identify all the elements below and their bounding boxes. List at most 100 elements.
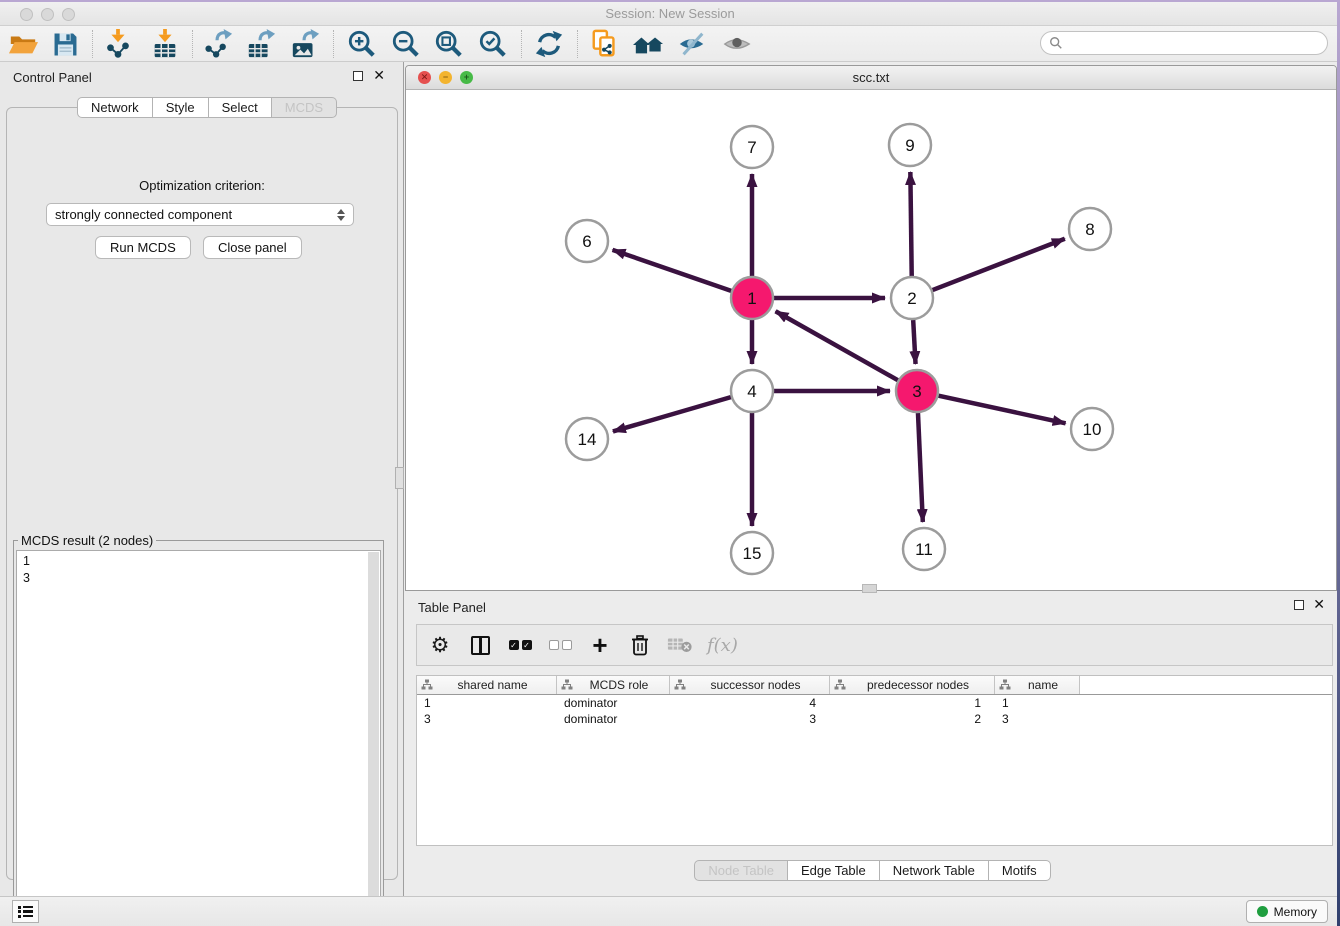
import-table-button[interactable]: [148, 28, 182, 60]
tab-edge-table[interactable]: Edge Table: [788, 860, 880, 881]
refresh-view-button[interactable]: [532, 28, 566, 60]
table-cell[interactable]: 4: [670, 695, 830, 711]
search-icon: [1049, 36, 1063, 50]
zoom-selected-icon: [478, 29, 508, 59]
edge-2-9[interactable]: [910, 172, 911, 276]
hierarchy-icon: [834, 679, 846, 691]
first-neighbors-button[interactable]: [631, 28, 665, 60]
add-column-button[interactable]: +: [587, 630, 613, 660]
svg-text:4: 4: [747, 382, 756, 401]
run-mcds-button[interactable]: Run MCDS: [95, 236, 191, 259]
edge-2-3[interactable]: [913, 320, 915, 364]
delete-table-button[interactable]: [667, 630, 693, 660]
memory-button[interactable]: Memory: [1246, 900, 1328, 923]
edge-4-14[interactable]: [613, 397, 731, 431]
table-close-panel-icon[interactable]: ✕: [1313, 597, 1325, 611]
column-header-shared-name[interactable]: shared name: [417, 676, 557, 694]
export-image-button[interactable]: [288, 28, 322, 60]
tab-network[interactable]: Network: [77, 97, 153, 118]
table-tabs: Node TableEdge TableNetwork TableMotifs: [405, 860, 1340, 881]
node-2[interactable]: 2: [891, 277, 933, 319]
unchecked-checkboxes-icon: [549, 640, 572, 650]
table-cell[interactable]: 1: [830, 695, 995, 711]
window-titlebar[interactable]: Session: New Session: [0, 0, 1340, 26]
show-all-button[interactable]: [720, 28, 754, 60]
table-cell[interactable]: dominator: [557, 695, 670, 711]
table-settings-button[interactable]: ⚙: [427, 630, 453, 660]
task-history-button[interactable]: [12, 900, 39, 923]
delete-column-button[interactable]: [627, 630, 653, 660]
hide-selected-button[interactable]: [675, 28, 709, 60]
search-input[interactable]: [1068, 35, 1319, 51]
search-box[interactable]: [1040, 31, 1328, 55]
node-3[interactable]: 3: [896, 370, 938, 412]
new-network-from-selection-button[interactable]: [588, 28, 622, 60]
tab-select[interactable]: Select: [209, 97, 272, 118]
network-canvas[interactable]: 7 9 6 8 1 2 4 3 14 10 15 11: [406, 90, 1336, 591]
column-header-predecessor-nodes[interactable]: predecessor nodes: [830, 676, 995, 694]
tab-mcds[interactable]: MCDS: [272, 97, 337, 118]
column-header-name[interactable]: name: [995, 676, 1080, 694]
column-header-successor-nodes[interactable]: successor nodes: [670, 676, 830, 694]
node-6[interactable]: 6: [566, 220, 608, 262]
hierarchy-icon: [674, 679, 686, 691]
trash-icon: [628, 633, 652, 657]
criterion-selected-value: strongly connected component: [55, 207, 337, 222]
table-cell[interactable]: 3: [670, 711, 830, 727]
network-window-titlebar[interactable]: ✕ − + scc.txt: [406, 66, 1336, 90]
export-table-button[interactable]: [244, 28, 278, 60]
export-network-button[interactable]: [201, 28, 235, 60]
float-panel-icon[interactable]: [353, 71, 363, 81]
criterion-select[interactable]: strongly connected component: [46, 203, 354, 226]
edge-3-10[interactable]: [938, 396, 1065, 424]
node-14[interactable]: 14: [566, 418, 608, 460]
vertical-splitter-handle[interactable]: [395, 467, 404, 489]
function-builder-button[interactable]: f(x): [707, 630, 738, 660]
node-11[interactable]: 11: [903, 528, 945, 570]
node-8[interactable]: 8: [1069, 208, 1111, 250]
column-header-label: shared name: [433, 678, 552, 692]
close-panel-icon[interactable]: ✕: [373, 68, 385, 82]
node-1[interactable]: 1: [731, 277, 773, 319]
zoom-in-button[interactable]: [345, 28, 379, 60]
column-header-label: successor nodes: [686, 678, 825, 692]
edge-1-6[interactable]: [613, 250, 732, 291]
table-row[interactable]: 3dominator323: [417, 711, 1332, 727]
node-7[interactable]: 7: [731, 126, 773, 168]
tab-node-table[interactable]: Node Table: [694, 860, 788, 881]
deselect-all-columns-button[interactable]: [547, 630, 573, 660]
tab-style[interactable]: Style: [153, 97, 209, 118]
table-row[interactable]: 1dominator411: [417, 695, 1332, 711]
mcds-result-list[interactable]: 13: [16, 550, 381, 908]
svg-text:3: 3: [912, 382, 921, 401]
column-header-MCDS-role[interactable]: MCDS role: [557, 676, 670, 694]
table-toolbar: ⚙ ✓✓ +: [416, 624, 1333, 666]
zoom-fit-button[interactable]: [432, 28, 466, 60]
result-scrollbar[interactable]: [368, 552, 379, 906]
import-network-button[interactable]: [101, 28, 135, 60]
table-cell[interactable]: 3: [417, 711, 557, 727]
edge-3-1[interactable]: [776, 311, 898, 380]
close-panel-button[interactable]: Close panel: [203, 236, 302, 259]
table-cell[interactable]: 1: [995, 695, 1080, 711]
zoom-out-button[interactable]: [389, 28, 423, 60]
node-9[interactable]: 9: [889, 124, 931, 166]
open-session-button[interactable]: [6, 28, 40, 60]
select-all-columns-button[interactable]: ✓✓: [507, 630, 533, 660]
edge-3-11[interactable]: [918, 413, 923, 522]
table-cell[interactable]: 1: [417, 695, 557, 711]
column-view-button[interactable]: [467, 630, 493, 660]
table-cell[interactable]: 3: [995, 711, 1080, 727]
horizontal-splitter-handle[interactable]: [862, 584, 877, 593]
table-cell[interactable]: 2: [830, 711, 995, 727]
edge-2-8[interactable]: [933, 239, 1065, 290]
save-session-button[interactable]: [48, 28, 82, 60]
table-float-panel-icon[interactable]: [1294, 600, 1304, 610]
tab-motifs[interactable]: Motifs: [989, 860, 1051, 881]
tab-network-table[interactable]: Network Table: [880, 860, 989, 881]
node-4[interactable]: 4: [731, 370, 773, 412]
zoom-selected-button[interactable]: [476, 28, 510, 60]
table-cell[interactable]: dominator: [557, 711, 670, 727]
node-15[interactable]: 15: [731, 532, 773, 574]
node-10[interactable]: 10: [1071, 408, 1113, 450]
